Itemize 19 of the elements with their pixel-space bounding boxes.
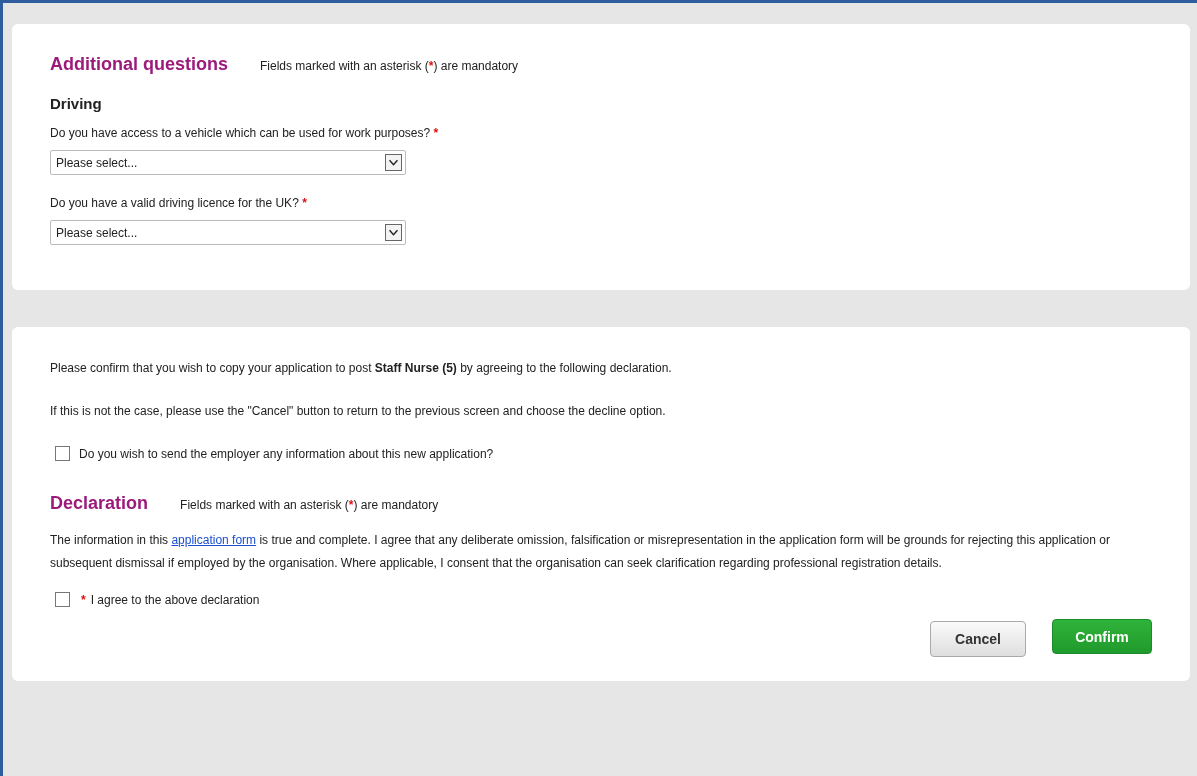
checkbox[interactable] — [55, 446, 70, 461]
section-title: Additional questions — [50, 54, 228, 75]
section-title: Declaration — [50, 493, 149, 514]
intro-text: Please confirm that you wish to copy your application to post Staff Nurse (5) by agreeing to the following declaration. — [50, 360, 673, 376]
mandatory-note: Fields marked with an asterisk (*) are mandatory — [260, 59, 519, 73]
checkbox[interactable] — [55, 592, 70, 607]
checkbox-label: I agree to the above declaration — [90, 592, 260, 607]
cancel-hint: If this is not the case, please use the "Cancel" button to return to the previous screen and choose the decline option. — [50, 403, 667, 419]
section-heading: Driving — [50, 95, 103, 112]
application-form-link[interactable]: application form — [171, 533, 257, 547]
question-label: Do you have a valid driving licence for the UK? * — [50, 196, 308, 210]
select-field[interactable]: Please select... — [50, 150, 406, 175]
mandatory-note: Fields marked with an asterisk (*) are mandatory — [180, 498, 439, 512]
checkbox-label: Do you wish to send the employer any information about this new application? — [79, 446, 494, 461]
question-label: Do you have access to a vehicle which can be used for work purposes? * — [50, 126, 440, 140]
cancel-button[interactable]: Cancel — [930, 621, 1026, 657]
select-field[interactable]: Please select... — [50, 220, 406, 245]
declaration-text: The information in this application form is true and complete. I agree that any deliberate omission, falsification or misrepresentation in the application form will be grounds for rejecting this application or subsequent dismissal if employed by the organisation. Where applicable, I consent that the organisation can seek clarification regarding professional registration details. — [50, 532, 1111, 572]
required-mark: * — [81, 592, 86, 607]
